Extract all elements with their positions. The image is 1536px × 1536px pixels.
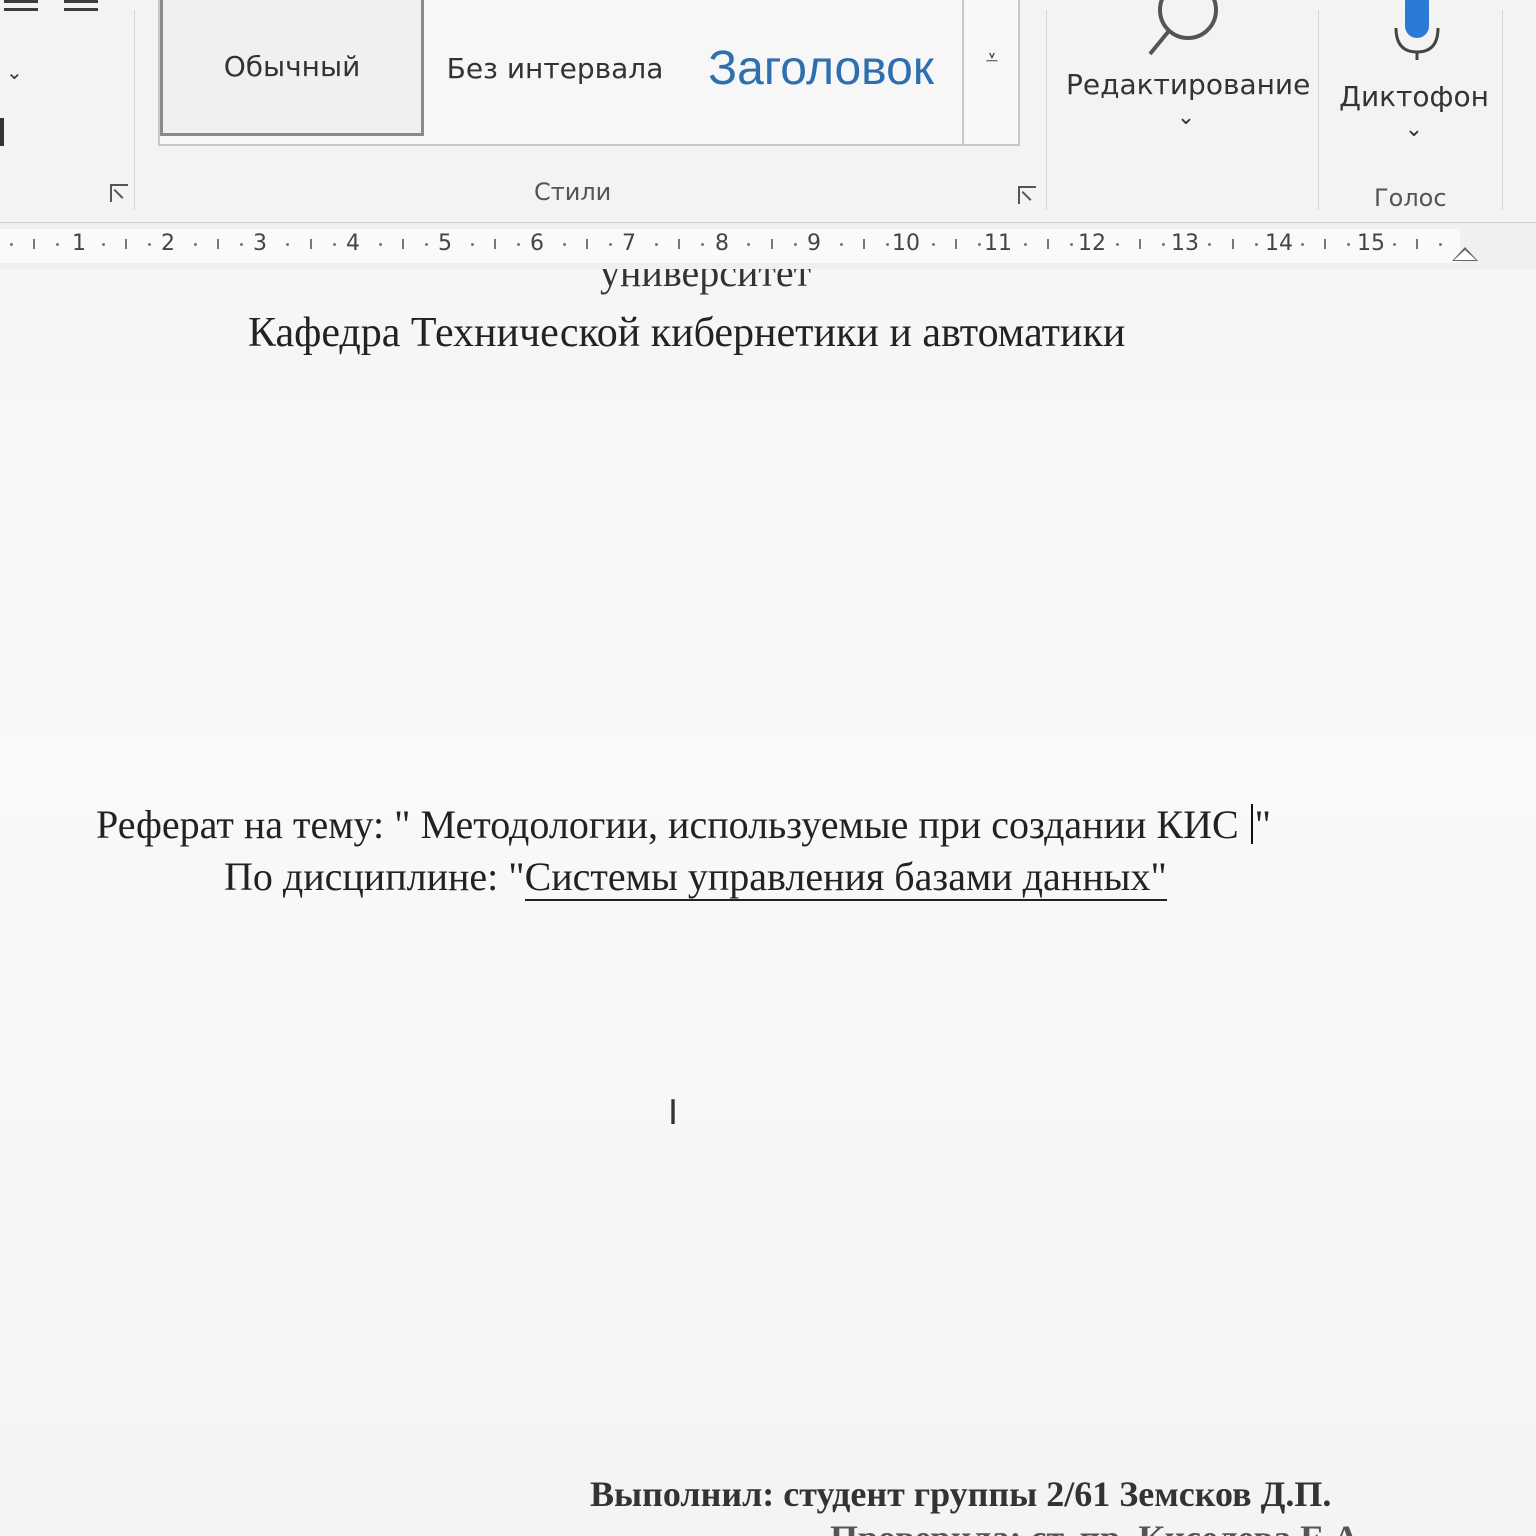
- style-normal-label: Обычный: [223, 50, 361, 83]
- ruler-tick: [1323, 239, 1326, 249]
- ruler-dot: [1300, 243, 1304, 246]
- style-no-spacing[interactable]: Без интервала: [430, 0, 680, 136]
- discipline-value: Системы управления базами данных": [524, 854, 1167, 901]
- styles-group-label: Стили: [534, 178, 612, 206]
- microphone-icon: [1394, 0, 1440, 60]
- ruler-number: 10: [892, 231, 920, 256]
- paragraph-mark-icon[interactable]: [0, 118, 4, 146]
- paragraph-group: ⌄: [0, 0, 130, 222]
- group-separator: [1046, 10, 1047, 210]
- ruler-dot: [1392, 243, 1396, 246]
- ribbon: ⌄ Обычный Без интервала Заголовок ⩡ Стил…: [0, 0, 1536, 222]
- ruler-tick: [1231, 239, 1234, 249]
- styles-dialog-launcher-icon[interactable]: [1018, 186, 1036, 204]
- ruler-dot: [931, 243, 935, 246]
- topic-closing-quote: ": [1254, 802, 1271, 847]
- ruler-number: 5: [438, 231, 452, 256]
- paragraph-dialog-launcher-icon[interactable]: [110, 184, 128, 202]
- ruler-number: 14: [1265, 231, 1293, 256]
- ruler-number: 15: [1357, 231, 1385, 256]
- department-line: Кафедра Технической кибернетики и автома…: [248, 310, 1126, 356]
- ruler-number: 3: [253, 231, 267, 256]
- ruler-tick: [401, 239, 404, 249]
- ruler-dot: [1346, 243, 1350, 246]
- ruler-tick: [32, 239, 35, 249]
- ruler-number: 9: [807, 231, 821, 256]
- ruler-tick: [1139, 239, 1142, 249]
- editing-label: Редактирование: [1066, 68, 1311, 101]
- topic-text: Реферат на тему: " Методологии, использу…: [96, 802, 1249, 847]
- dictate-label: Диктофон: [1339, 80, 1489, 113]
- styles-gallery: Обычный Без интервала Заголовок ⩡: [158, 0, 1020, 146]
- group-separator: [1502, 10, 1503, 210]
- ruler-number: 11: [984, 231, 1012, 256]
- style-normal[interactable]: Обычный: [160, 0, 424, 136]
- editing-button[interactable]: Редактирование ⌄: [1066, 68, 1310, 130]
- ruler-number: 12: [1078, 231, 1106, 256]
- text-cursor: [1250, 804, 1253, 844]
- ruler-number: 1: [72, 231, 86, 256]
- ruler-dot: [977, 243, 981, 246]
- group-separator: [134, 10, 135, 210]
- university-line: университет: [600, 269, 812, 295]
- search-icon: [1148, 0, 1218, 56]
- ruler-dot: [378, 243, 382, 246]
- checker-line: Проверила: ст. пр. Киселева Е.А.: [830, 1517, 1368, 1536]
- decrease-indent-icon[interactable]: [4, 0, 38, 22]
- ruler-dot: [1254, 243, 1258, 246]
- style-heading-label: Заголовок: [708, 41, 934, 95]
- ruler-dot: [424, 243, 428, 246]
- ruler-dot: [9, 243, 13, 246]
- ruler-dot: [55, 243, 59, 246]
- style-heading[interactable]: Заголовок: [686, 0, 956, 136]
- discipline-prefix: По дисциплине: ": [224, 854, 525, 899]
- ruler-tick: [309, 239, 312, 249]
- ruler-dot: [470, 243, 474, 246]
- ruler-tick: [125, 239, 128, 249]
- right-indent-marker[interactable]: [1452, 247, 1478, 261]
- group-separator: [1318, 10, 1319, 210]
- ruler-dot: [885, 243, 889, 246]
- increase-indent-icon[interactable]: [64, 0, 98, 22]
- chevron-down-icon: ⌄: [1176, 105, 1196, 130]
- ruler-tick: [1415, 239, 1418, 249]
- chevron-down-icon[interactable]: ⌄: [6, 60, 23, 84]
- dictate-button[interactable]: Диктофон ⌄: [1334, 80, 1494, 142]
- ibeam-cursor-icon: I: [668, 1093, 679, 1133]
- ruler-tick: [678, 239, 681, 249]
- style-no-spacing-label: Без интервала: [446, 51, 664, 85]
- author-line: Выполнил: студент группы 2/61 Земсков Д.…: [590, 1474, 1332, 1514]
- chevron-down-icon: ⩡: [985, 46, 999, 71]
- ruler-dot: [1438, 243, 1442, 246]
- ruler-tick: [586, 239, 589, 249]
- ruler-dot: [793, 243, 797, 246]
- ruler-tick: [862, 239, 865, 249]
- gallery-more-button[interactable]: ⩡: [962, 0, 1020, 146]
- ruler-dot: [332, 243, 336, 246]
- ruler-tick: [1047, 239, 1050, 249]
- ruler-number: 13: [1171, 231, 1199, 256]
- document-page[interactable]: университет Кафедра Технической кибернет…: [0, 269, 1536, 1536]
- discipline-line: По дисциплине: "Системы управления базам…: [224, 853, 1167, 901]
- ruler-dot: [839, 243, 843, 246]
- ruler-number: 6: [530, 231, 544, 256]
- ruler-number: 4: [346, 231, 360, 256]
- ruler-number: 8: [715, 231, 729, 256]
- topic-line: Реферат на тему: " Методологии, использу…: [96, 801, 1271, 848]
- ruler-tick: [493, 239, 496, 249]
- ruler-tick: [770, 239, 773, 249]
- ruler-tick: [217, 239, 220, 249]
- ruler-dot: [516, 243, 520, 246]
- horizontal-ruler[interactable]: 1 2 3 4 5 6 7 8 9 10 11 12 13 14 15: [0, 222, 1536, 270]
- voice-group-label: Голос: [1374, 184, 1447, 212]
- ruler-number: 7: [622, 231, 636, 256]
- ruler-tick: [954, 239, 957, 249]
- chevron-down-icon: ⌄: [1404, 117, 1424, 142]
- ruler-number: 2: [161, 231, 175, 256]
